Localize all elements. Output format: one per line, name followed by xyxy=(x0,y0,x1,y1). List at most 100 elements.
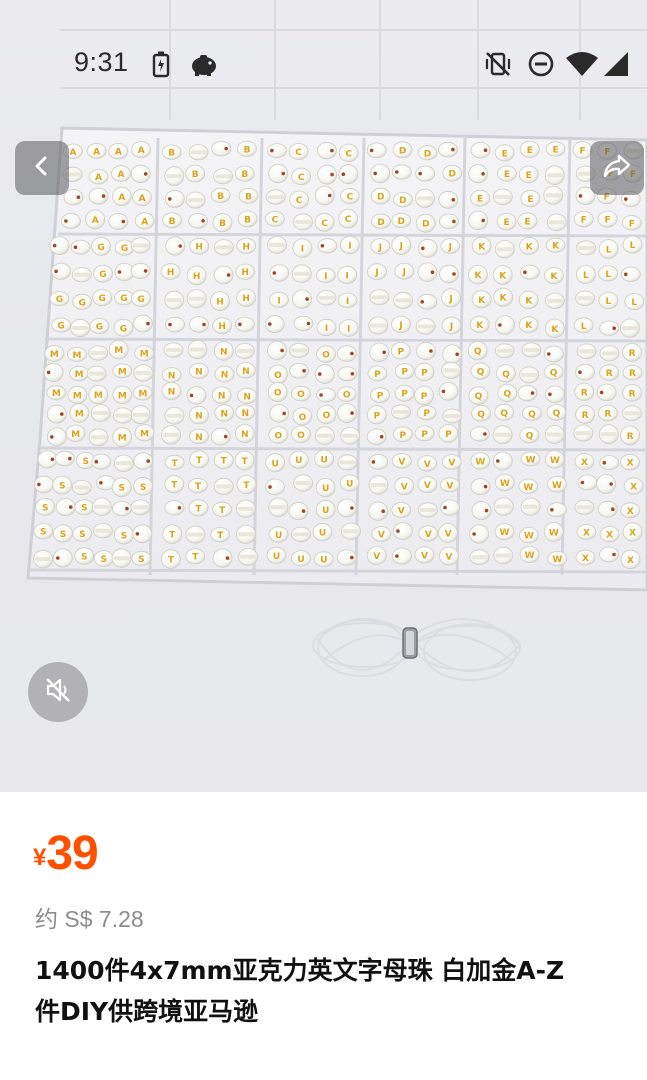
letter-bead: M xyxy=(132,385,153,401)
letter-bead: L xyxy=(624,293,645,311)
letter-bead: M xyxy=(67,346,87,362)
letter-bead xyxy=(293,213,313,231)
svg-text:A: A xyxy=(118,193,125,203)
svg-text:X: X xyxy=(627,459,634,469)
letter-bead: J xyxy=(391,315,411,334)
letter-bead: S xyxy=(35,497,56,516)
svg-text:G: G xyxy=(120,294,127,304)
letter-bead xyxy=(391,404,412,420)
svg-text:C: C xyxy=(345,149,352,159)
letter-bead: N xyxy=(161,381,182,401)
svg-text:K: K xyxy=(478,243,486,253)
letter-bead: Q xyxy=(522,405,542,421)
letter-bead: B xyxy=(212,213,233,233)
mute-button[interactable] xyxy=(28,662,88,722)
svg-text:H: H xyxy=(241,268,249,278)
letter-bead: G xyxy=(92,289,113,307)
letter-bead xyxy=(622,405,642,422)
letter-bead xyxy=(366,428,387,445)
svg-text:T: T xyxy=(192,553,199,563)
svg-text:B: B xyxy=(241,170,248,180)
letter-bead: U xyxy=(291,550,311,567)
svg-text:H: H xyxy=(242,294,250,304)
letter-bead xyxy=(470,141,491,159)
svg-text:X: X xyxy=(581,458,588,468)
svg-text:U: U xyxy=(271,459,278,469)
letter-bead xyxy=(519,366,540,384)
svg-text:N: N xyxy=(195,368,203,378)
letter-bead xyxy=(265,189,286,205)
letter-bead xyxy=(269,264,290,282)
letter-bead xyxy=(236,524,256,544)
svg-text:A: A xyxy=(118,170,125,180)
svg-text:U: U xyxy=(295,456,302,466)
letter-bead: M xyxy=(108,340,129,360)
letter-bead xyxy=(517,384,538,402)
svg-text:T: T xyxy=(196,456,203,466)
svg-text:V: V xyxy=(421,551,428,561)
svg-text:S: S xyxy=(40,528,46,538)
letter-bead: R xyxy=(575,405,595,424)
svg-text:B: B xyxy=(219,219,226,229)
letter-bead: V xyxy=(414,546,435,564)
letter-bead: R xyxy=(620,425,640,446)
letter-bead xyxy=(316,387,337,403)
svg-text:F: F xyxy=(581,216,587,226)
letter-bead: U xyxy=(266,546,287,564)
product-title[interactable]: 1400件4x7mm亚克力英文字母珠 白加金A-Z 件DIY供跨境亚马逊 xyxy=(35,950,647,1032)
product-title-line: 件DIY供跨境亚马逊 xyxy=(35,997,259,1026)
svg-text:O: O xyxy=(299,413,307,423)
letter-bead: L xyxy=(573,317,594,334)
letter-bead: J xyxy=(394,262,415,280)
letter-bead xyxy=(235,499,256,518)
letter-bead: P xyxy=(367,365,388,382)
letter-bead xyxy=(164,166,185,186)
share-button[interactable] xyxy=(590,141,644,195)
letter-bead xyxy=(494,239,515,259)
svg-text:C: C xyxy=(296,196,303,206)
letter-bead: D xyxy=(392,191,413,208)
letter-bead xyxy=(468,164,489,184)
letter-bead: M xyxy=(112,427,133,447)
letter-bead: T xyxy=(210,527,231,543)
svg-text:Q: Q xyxy=(526,432,534,442)
letter-bead: X xyxy=(599,526,620,543)
svg-text:C: C xyxy=(298,173,305,183)
letter-bead: D xyxy=(391,212,412,228)
letter-bead xyxy=(46,404,67,424)
letter-bead: N xyxy=(188,362,209,379)
letter-bead: V xyxy=(439,546,459,566)
svg-text:L: L xyxy=(581,322,587,332)
letter-bead xyxy=(187,340,208,360)
letter-bead xyxy=(293,315,314,332)
letter-bead xyxy=(133,364,154,382)
svg-text:N: N xyxy=(243,392,251,402)
back-button[interactable] xyxy=(15,141,69,195)
letter-bead: I xyxy=(339,235,360,255)
svg-text:S: S xyxy=(79,530,85,540)
svg-text:M: M xyxy=(138,389,147,399)
letter-bead xyxy=(88,428,109,447)
product-media[interactable]: A A A A A A A A A A B B B B B B B B B C C C C C C C C D D D D D D D D E E E E E… xyxy=(0,0,647,792)
letter-bead xyxy=(370,163,391,184)
letter-bead xyxy=(289,342,309,358)
svg-text:N: N xyxy=(241,430,249,440)
svg-text:E: E xyxy=(526,171,532,181)
svg-text:K: K xyxy=(525,321,533,331)
letter-bead xyxy=(597,500,618,518)
letter-bead: W xyxy=(520,451,541,467)
svg-text:U: U xyxy=(273,552,280,562)
letter-bead xyxy=(33,549,53,569)
letter-bead xyxy=(543,345,564,363)
letter-bead xyxy=(238,547,259,566)
letter-bead: X xyxy=(623,477,644,495)
share-icon xyxy=(602,152,632,184)
letter-bead: K xyxy=(545,318,565,339)
svg-text:M: M xyxy=(71,430,80,440)
svg-text:W: W xyxy=(500,479,510,489)
svg-text:L: L xyxy=(606,246,612,256)
letter-bead xyxy=(186,289,207,309)
letter-bead: M xyxy=(88,384,109,405)
letter-bead: H xyxy=(189,237,210,255)
letter-bead: B xyxy=(210,187,231,203)
